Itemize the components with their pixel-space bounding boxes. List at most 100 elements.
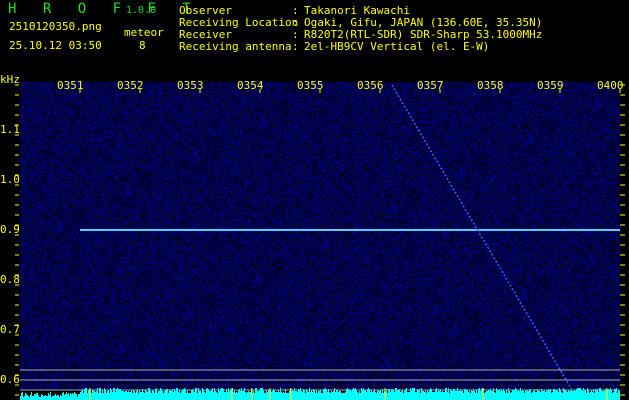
level-bar [116, 389, 117, 400]
level-bar [526, 391, 527, 400]
level-bar [469, 391, 470, 400]
antenna-label: Receiving antenna [179, 40, 292, 53]
level-bar [22, 392, 23, 400]
level-bar [591, 390, 592, 400]
level-bar [74, 392, 75, 400]
level-bar [577, 388, 578, 400]
level-bar [72, 393, 73, 400]
level-bar [452, 391, 453, 400]
level-bar [277, 392, 278, 400]
level-bar [248, 391, 249, 400]
level-bar [520, 388, 521, 400]
level-bar [565, 390, 566, 400]
level-bar [146, 391, 147, 400]
level-bar [389, 389, 390, 400]
level-bar [534, 389, 535, 400]
level-bar [522, 390, 523, 400]
level-bar [377, 391, 378, 400]
level-bar [104, 388, 105, 400]
level-bar [573, 391, 574, 400]
level-bar [347, 388, 348, 400]
level-bar [373, 391, 374, 400]
level-bar [149, 388, 150, 400]
level-bar [215, 391, 216, 400]
level-bar [468, 392, 469, 400]
level-bar [519, 391, 520, 400]
level-bar [484, 393, 485, 400]
level-bar [150, 391, 151, 400]
level-bar [152, 390, 153, 400]
level-bar [243, 391, 244, 400]
level-bar [400, 392, 401, 400]
level-bar [76, 394, 77, 400]
level-bar [218, 388, 219, 400]
level-bar [582, 391, 583, 400]
level-bar [217, 393, 218, 400]
level-bar [342, 393, 343, 400]
level-bar [254, 393, 255, 400]
level-bar [551, 393, 552, 400]
level-bar [126, 391, 127, 400]
level-bar [71, 394, 72, 400]
level-bar [322, 393, 323, 400]
level-bar [465, 389, 466, 400]
level-bar [411, 390, 412, 400]
level-bar [203, 390, 204, 400]
level-bar [456, 391, 457, 400]
meteor-trail [391, 84, 573, 391]
level-bar [497, 390, 498, 400]
level-bar [84, 389, 85, 400]
level-bar [331, 391, 332, 400]
level-bar [541, 389, 542, 400]
level-bar [528, 391, 529, 400]
level-bar [559, 388, 560, 400]
level-bar [569, 391, 570, 400]
level-bar [515, 388, 516, 400]
level-bar [315, 393, 316, 400]
level-bar [224, 392, 225, 400]
level-bar [334, 388, 335, 400]
level-bar [364, 390, 365, 400]
level-bar [471, 390, 472, 400]
level-bar [241, 388, 242, 400]
level-bar [73, 394, 74, 400]
level-bar [397, 390, 398, 400]
level-bar [321, 393, 322, 400]
level-bar [550, 389, 551, 400]
level-bar [62, 393, 63, 400]
level-bar [423, 391, 424, 400]
level-bar [509, 391, 510, 400]
level-bar [409, 392, 410, 400]
level-bar [289, 391, 290, 400]
level-bar [360, 393, 361, 400]
level-bar [547, 391, 548, 400]
level-bar [141, 392, 142, 400]
level-bar [500, 391, 501, 400]
level-bar [508, 388, 509, 400]
level-bar [442, 391, 443, 400]
level-bar [546, 390, 547, 400]
level-bar [260, 388, 261, 400]
level-bar [204, 392, 205, 400]
level-bar [455, 391, 456, 400]
level-bar [68, 393, 69, 400]
level-bar [173, 392, 174, 400]
level-bar [65, 394, 66, 400]
level-bar [525, 390, 526, 400]
level-bar [234, 390, 235, 400]
level-bar [267, 392, 268, 400]
level-bar [45, 395, 46, 400]
level-bar [587, 388, 588, 400]
level-bar [166, 389, 167, 400]
level-bar [326, 390, 327, 400]
level-bar [120, 389, 121, 400]
level-bar [328, 389, 329, 400]
level-bar [332, 392, 333, 400]
level-bar [259, 390, 260, 400]
level-bar [301, 391, 302, 400]
level-bar [100, 388, 101, 400]
level-bar [441, 392, 442, 400]
level-bar [518, 390, 519, 400]
level-bar [78, 394, 79, 400]
level-bar [115, 392, 116, 400]
